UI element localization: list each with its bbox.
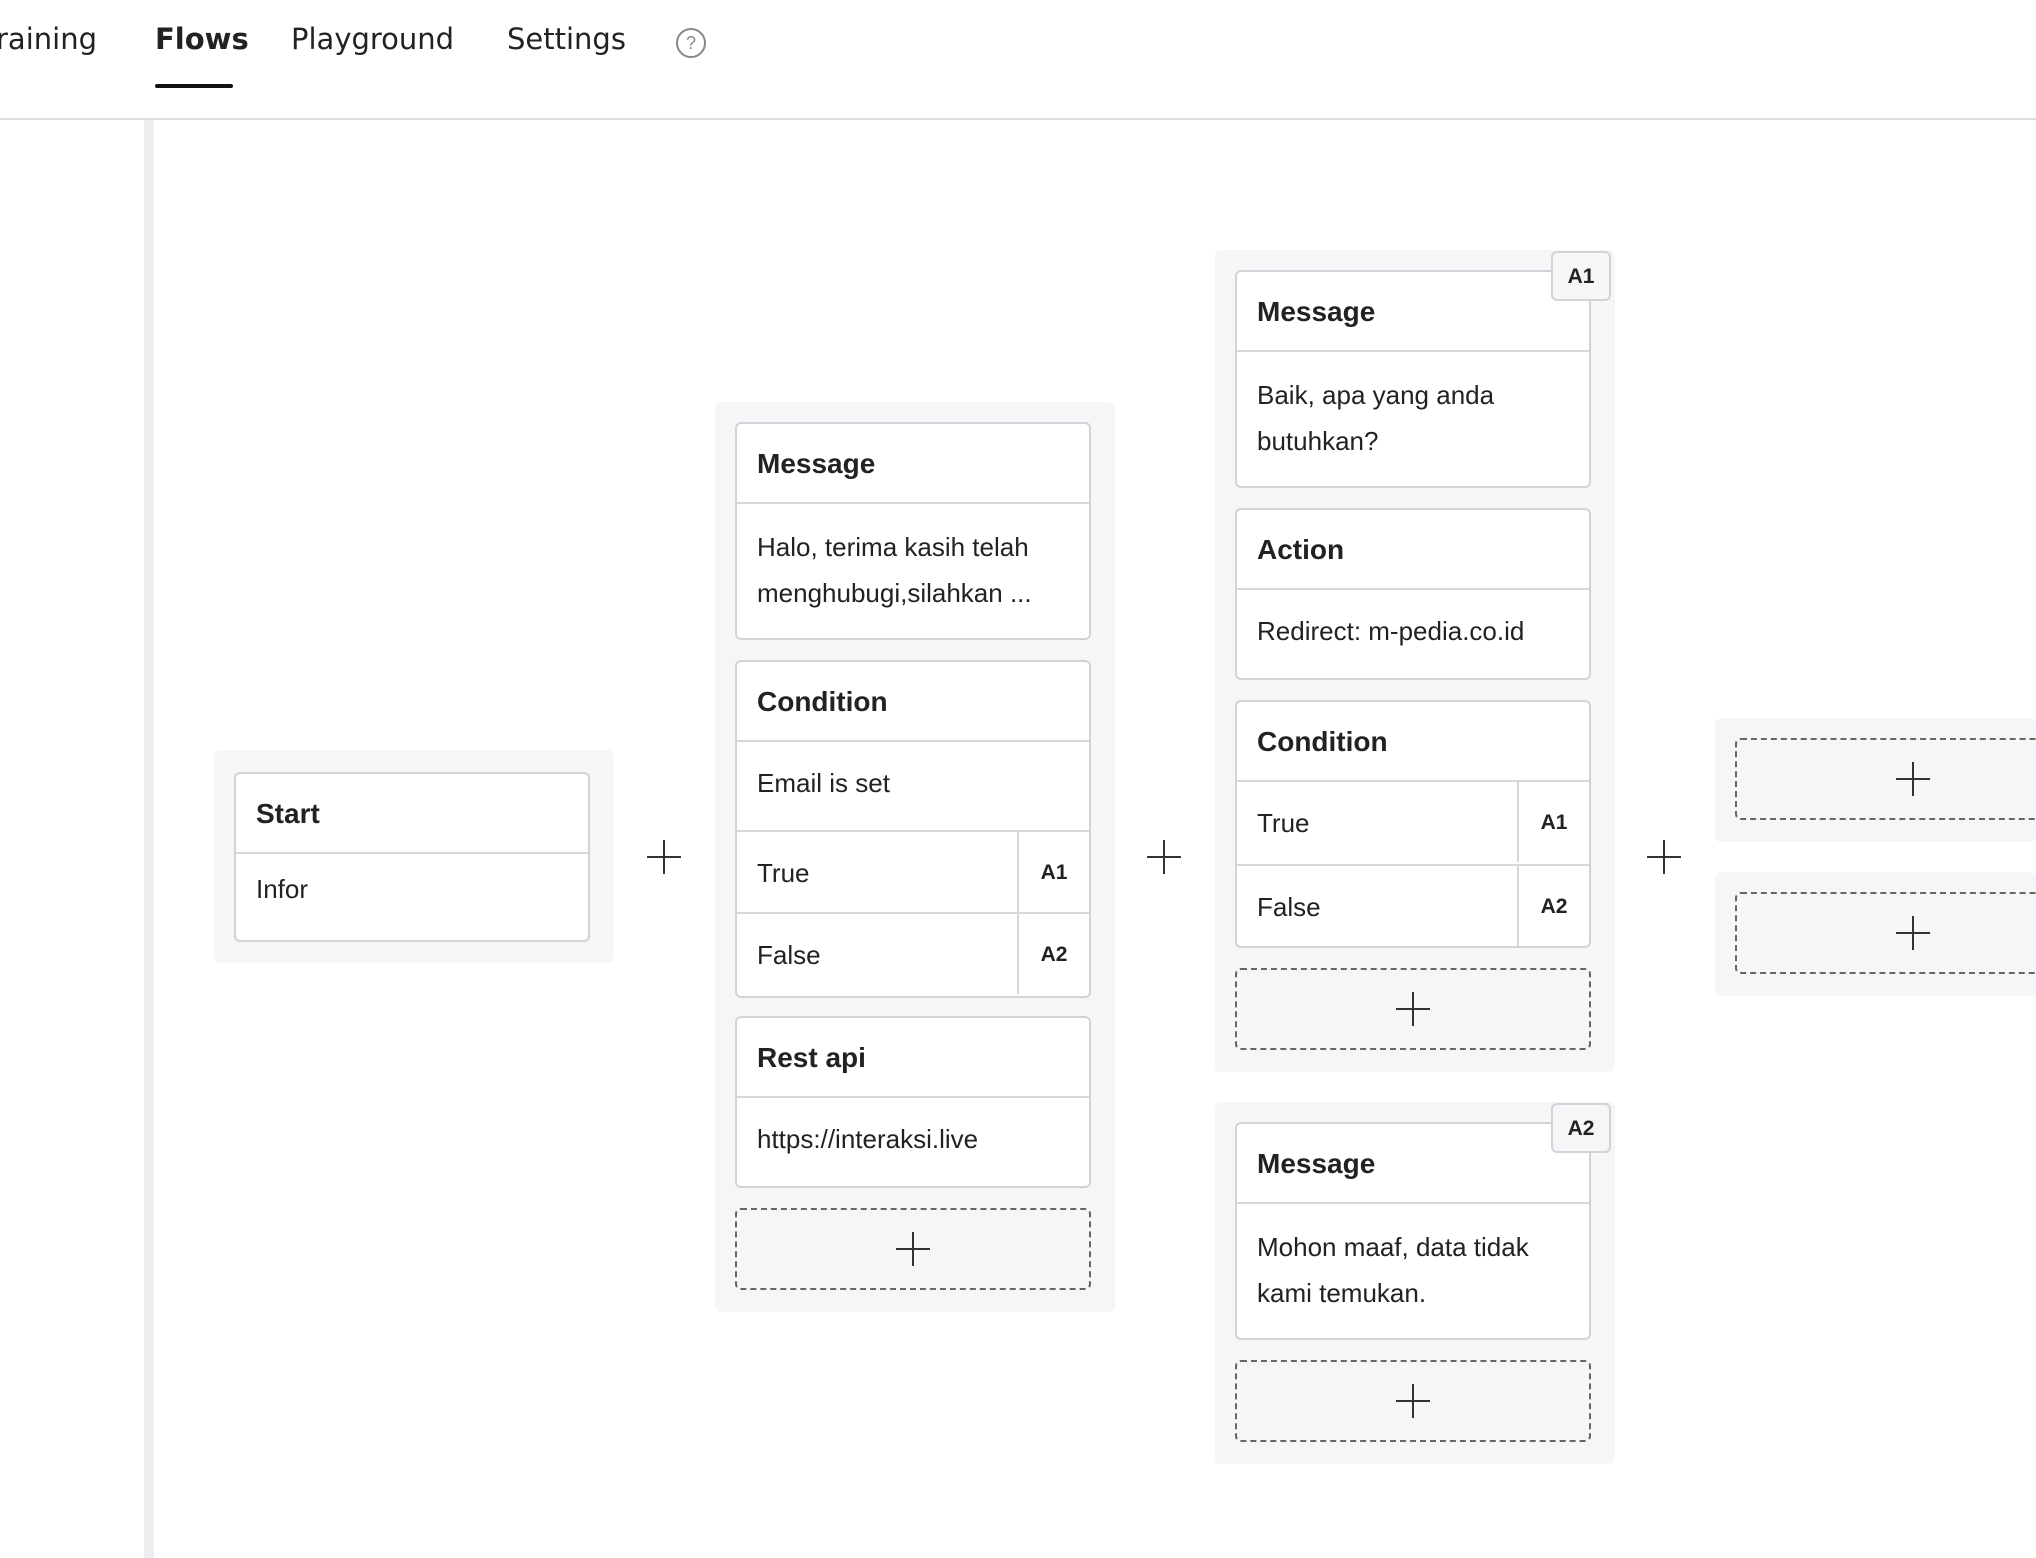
add-step-plus-icon[interactable] [1147,840,1181,874]
empty-group [1715,718,2036,842]
condition-branch-false[interactable]: False A2 [737,912,1089,994]
plus-icon [1396,992,1430,1026]
branch-target-badge: A2 [1017,914,1089,994]
tab-playground[interactable]: Playground [291,22,454,56]
add-step-plus-icon[interactable] [647,840,681,874]
sidebar-divider [144,120,154,1558]
condition-card-title: Condition [737,662,1089,742]
condition-branch-true[interactable]: True A1 [737,830,1089,912]
empty-group [1715,872,2036,996]
message-card-title: Message [737,424,1089,504]
group-a2-tag: A2 [1551,1103,1611,1153]
condition-card-body: Email is set [757,768,890,798]
branch-target-badge: A1 [1017,832,1089,912]
condition-card[interactable]: Condition True A1 False A2 [1235,700,1591,948]
add-block-button[interactable] [1735,892,2036,974]
add-block-button[interactable] [1235,1360,1591,1442]
add-block-button[interactable] [735,1208,1091,1290]
condition-branch-true[interactable]: True A1 [1237,782,1589,864]
rest-api-card-body: https://interaksi.live [757,1124,979,1154]
branch-label: False [757,940,821,970]
start-node[interactable]: Start Infor [214,750,614,963]
action-card-body: Redirect: m-pedia.co.id [1257,616,1525,646]
help-icon[interactable]: ? [676,28,706,58]
branch-label: False [1257,892,1321,922]
condition-card[interactable]: Condition Email is set True A1 False A2 [735,660,1091,998]
active-tab-indicator [155,84,233,88]
message-card-title: Message [1237,1124,1589,1204]
start-card-title: Start [236,774,588,854]
top-nav: raining Flows Playground Settings ? [0,0,2036,120]
message-card-body: Mohon maaf, data tidak kami temukan. [1257,1232,1529,1308]
message-card[interactable]: Message Halo, terima kasih telah menghub… [735,422,1091,640]
step1-group: Message Halo, terima kasih telah menghub… [715,402,1115,1312]
branch-target-badge: A2 [1517,866,1589,946]
add-block-button[interactable] [1235,968,1591,1050]
group-a1: Message Baik, apa yang anda butuhkan? Ac… [1215,250,1615,1072]
plus-icon [896,1232,930,1266]
condition-card-title: Condition [1237,702,1589,782]
tab-training[interactable]: raining [0,22,97,56]
message-card-title: Message [1237,272,1589,352]
tab-flows[interactable]: Flows [155,22,249,56]
plus-icon [1896,762,1930,796]
start-card[interactable]: Start Infor [234,772,590,942]
add-block-button[interactable] [1735,738,2036,820]
tab-settings[interactable]: Settings [507,22,626,56]
message-card[interactable]: Message Mohon maaf, data tidak kami temu… [1235,1122,1591,1340]
branch-label: True [1257,808,1310,838]
action-card-title: Action [1237,510,1589,590]
rest-api-card[interactable]: Rest api https://interaksi.live [735,1016,1091,1188]
rest-api-card-title: Rest api [737,1018,1089,1098]
plus-icon [1396,1384,1430,1418]
branch-target-badge: A1 [1517,782,1589,862]
plus-icon [1896,916,1930,950]
group-a1-tag: A1 [1551,251,1611,301]
group-a2: Message Mohon maaf, data tidak kami temu… [1215,1102,1615,1464]
start-card-body: Infor [256,874,309,904]
condition-branch-false[interactable]: False A2 [1237,864,1589,946]
message-card-body: Baik, apa yang anda butuhkan? [1257,380,1495,456]
action-card[interactable]: Action Redirect: m-pedia.co.id [1235,508,1591,680]
message-card-body: Halo, terima kasih telah menghubugi,sila… [757,532,1032,608]
add-step-plus-icon[interactable] [1647,840,1681,874]
branch-label: True [757,858,810,888]
message-card[interactable]: Message Baik, apa yang anda butuhkan? [1235,270,1591,488]
